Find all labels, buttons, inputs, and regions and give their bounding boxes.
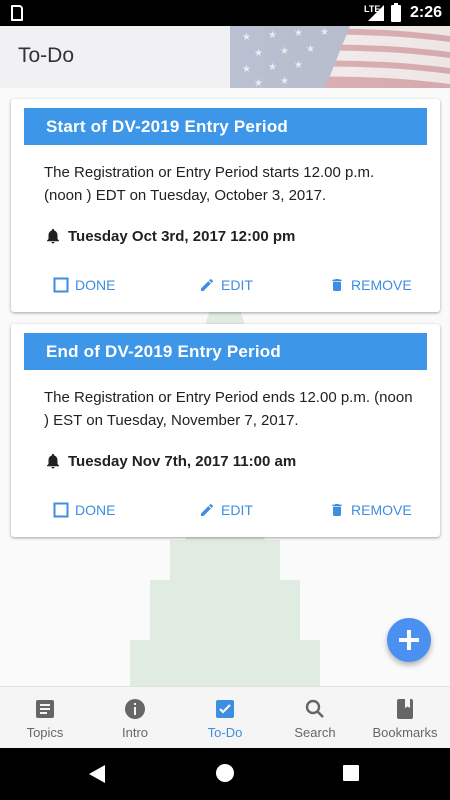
page-title: To-Do: [18, 44, 75, 67]
nav-item-intro[interactable]: Intro: [90, 687, 180, 749]
bell-icon: [47, 453, 59, 469]
clock: 2:26: [410, 4, 443, 21]
todo-reminder: Tuesday Oct 3rd, 2017 12:00 pm: [44, 227, 295, 245]
nav-label: To-Do: [207, 725, 243, 740]
reminder-datetime: Tuesday Oct 3rd, 2017 12:00 pm: [68, 227, 296, 245]
svg-text:★: ★: [280, 46, 289, 57]
svg-text:★: ★: [268, 62, 277, 73]
signal-icon: [368, 5, 384, 21]
system-navigation-bar: [0, 748, 450, 800]
edit-label: EDIT: [221, 277, 253, 293]
todo-actions: DONE EDIT REMOVE: [11, 502, 440, 524]
todo-description: The Registration or Entry Period ends 12…: [44, 389, 413, 429]
svg-text:★: ★: [254, 48, 263, 59]
checkbox-outline-icon: [53, 502, 69, 518]
article-icon: [36, 700, 54, 718]
svg-text:★: ★: [254, 78, 263, 88]
reminder-datetime: Tuesday Nov 7th, 2017 11:00 am: [68, 452, 297, 470]
done-label: DONE: [75, 502, 116, 518]
todo-reminder: Tuesday Nov 7th, 2017 11:00 am: [44, 452, 296, 470]
nav-label: Topics: [26, 725, 64, 740]
nav-item-topics[interactable]: Topics: [0, 687, 90, 749]
edit-button[interactable]: EDIT: [199, 502, 253, 518]
todo-card: Start of DV-2019 Entry Period The Regist…: [11, 99, 440, 312]
done-label: DONE: [75, 277, 116, 293]
svg-text:★: ★: [242, 32, 251, 43]
nav-item-todo[interactable]: To-Do: [180, 687, 270, 749]
sd-card-icon: [11, 5, 23, 21]
trash-icon: [332, 504, 342, 516]
nav-label: Bookmarks: [372, 725, 438, 740]
recents-icon[interactable]: [343, 765, 359, 781]
todo-title: End of DV-2019 Entry Period: [24, 333, 427, 370]
svg-text:★: ★: [294, 60, 303, 71]
bottom-navigation: Topics Intro To-Do Search Bookmarks: [0, 686, 450, 748]
trash-icon: [332, 279, 342, 291]
battery-icon: [391, 3, 401, 22]
pencil-icon: [201, 503, 214, 516]
todo-actions: DONE EDIT REMOVE: [11, 277, 440, 299]
edit-button[interactable]: EDIT: [199, 277, 253, 293]
app-header: ★ ★ ★ ★ ★ ★ ★ ★ ★ ★ ★ ★ To-Do: [0, 26, 450, 88]
svg-text:★: ★: [294, 28, 303, 39]
flag-background-image: ★ ★ ★ ★ ★ ★ ★ ★ ★ ★ ★ ★: [230, 26, 450, 88]
nav-item-bookmarks[interactable]: Bookmarks: [360, 687, 450, 749]
bell-icon: [47, 228, 59, 244]
todo-title: Start of DV-2019 Entry Period: [24, 108, 427, 145]
todo-description: The Registration or Entry Period starts …: [44, 164, 375, 204]
svg-text:★: ★: [306, 44, 315, 55]
home-icon[interactable]: [216, 764, 234, 782]
svg-text:★: ★: [242, 64, 251, 75]
checkbox-outline-icon: [53, 277, 69, 293]
remove-label: REMOVE: [351, 277, 412, 293]
edit-label: EDIT: [221, 502, 253, 518]
checkbox-icon: [216, 700, 234, 718]
add-todo-button[interactable]: [387, 618, 431, 662]
nav-item-search[interactable]: Search: [270, 687, 360, 749]
nav-label: Search: [294, 725, 336, 740]
done-button[interactable]: DONE: [53, 502, 115, 518]
pencil-icon: [201, 278, 214, 291]
svg-text:★: ★: [320, 27, 329, 38]
search-icon: [305, 699, 324, 718]
back-icon[interactable]: [89, 765, 105, 783]
done-button[interactable]: DONE: [53, 277, 115, 293]
remove-button[interactable]: REMOVE: [329, 277, 412, 293]
info-icon: [125, 699, 145, 719]
book-icon: [397, 699, 413, 719]
svg-text:★: ★: [280, 76, 289, 87]
nav-label: Intro: [121, 725, 148, 740]
remove-button[interactable]: REMOVE: [329, 502, 412, 518]
svg-text:★: ★: [268, 30, 277, 41]
status-bar: LTE 2:26: [0, 0, 450, 26]
remove-label: REMOVE: [351, 502, 412, 518]
todo-card: End of DV-2019 Entry Period The Registra…: [11, 324, 440, 537]
